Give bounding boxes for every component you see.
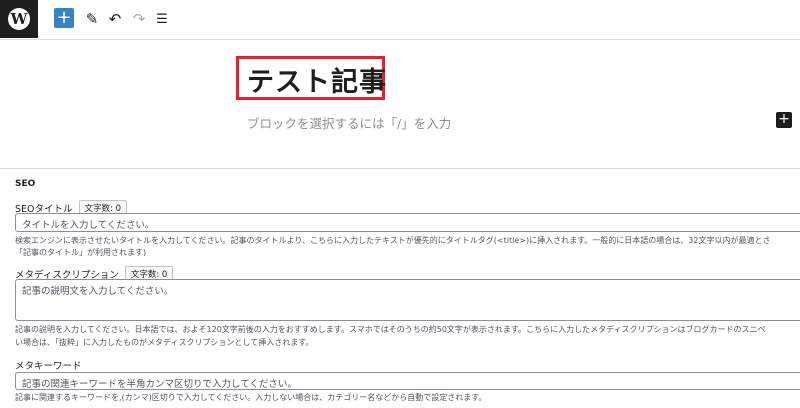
tools-pencil-icon[interactable]: ✎ (81, 8, 103, 30)
meta-description-help-line1: 記事の説明を入力してください。日本語では、およそ120文字前後の入力をおすすめし… (15, 325, 766, 334)
meta-keywords-input[interactable]: 記事の関連キーワードを半角カンマ区切りで入力してください。 (15, 372, 800, 390)
redo-icon[interactable]: ↷ (128, 8, 150, 30)
meta-description-textarea[interactable]: 記事の説明文を入力してください。 (15, 279, 800, 321)
editor-toolbar: W + ✎ ↶ ↷ ☰ (0, 0, 800, 40)
seo-title-help-line2: 「記事のタイトル」が利用されます) (15, 248, 147, 257)
undo-icon[interactable]: ↶ (104, 8, 126, 30)
seo-section-title: SEO (15, 179, 36, 189)
meta-keywords-help: 記事に関連するキーワードを,(カンマ)区切りで入力してください。入力しない場合は… (15, 393, 487, 402)
wordpress-logo-icon: W (8, 8, 30, 30)
document-overview-icon[interactable]: ☰ (151, 8, 173, 30)
inline-add-block-button[interactable]: + (776, 112, 792, 128)
post-title[interactable]: テスト記事 (247, 60, 387, 99)
meta-description-help-line2: い場合は、「抜粋」に入力したものがメタディスクリプションとして挿入されます。 (15, 338, 314, 347)
wordpress-logo-button[interactable]: W (0, 0, 38, 38)
meta-keywords-label: メタキーワード (15, 358, 82, 372)
add-block-button[interactable]: + (54, 8, 74, 28)
seo-title-input[interactable]: タイトルを入力してください。 (15, 213, 800, 232)
block-placeholder[interactable]: ブロックを選択するには「/」を入力 (247, 113, 451, 132)
meta-keywords-label-text: メタキーワード (15, 361, 82, 372)
seo-title-help-line1: 検索エンジンに表示させたいタイトルを入力してください。記事のタイトルより、こちら… (15, 236, 771, 245)
